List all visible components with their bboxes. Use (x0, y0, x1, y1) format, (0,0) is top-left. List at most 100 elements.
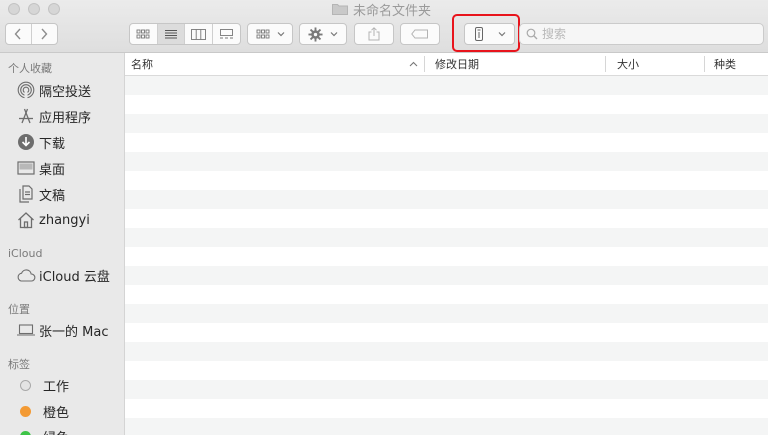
search-icon (526, 28, 538, 40)
chevron-left-icon (14, 28, 21, 40)
column-header-kind[interactable]: 种类 (714, 53, 736, 75)
list-row (125, 152, 768, 171)
list-row (125, 361, 768, 380)
tag-color-dot-icon (20, 405, 31, 417)
window-title: 未命名文件夹 (332, 1, 431, 19)
list-row (125, 418, 768, 435)
sidebar-item-label: 绿色 (43, 427, 69, 435)
sidebar-item-this-mac[interactable]: 张一的 Mac (16, 320, 108, 340)
column-divider[interactable] (605, 56, 606, 72)
list-row (125, 76, 768, 95)
list-row (125, 95, 768, 114)
sidebar-item-tag-orange[interactable]: 橙色 (16, 401, 69, 421)
gear-icon (308, 26, 323, 42)
sidebar-item-documents[interactable]: 文稿 (16, 184, 65, 204)
sidebar-item-applications[interactable]: 应用程序 (16, 106, 91, 126)
list-view-button[interactable] (157, 24, 185, 44)
sidebar-item-icloud-drive[interactable]: iCloud 云盘 (16, 265, 110, 285)
file-list: 名称 修改日期 大小 种类 (125, 53, 768, 435)
sidebar-item-label: 隔空投送 (39, 84, 92, 100)
list-row (125, 304, 768, 323)
gallery-view-icon (219, 28, 233, 38)
tag-color-dot-icon (20, 379, 31, 391)
tag-color-dot-icon (20, 430, 31, 435)
list-row (125, 133, 768, 152)
column-divider[interactable] (704, 56, 705, 72)
sidebar-item-home[interactable]: zhangyi (16, 210, 90, 230)
sidebar-item-label: 应用程序 (39, 110, 92, 126)
close-window-button[interactable] (8, 3, 20, 15)
list-row (125, 399, 768, 418)
downloads-icon (16, 133, 36, 151)
list-row (125, 342, 768, 361)
forward-button[interactable] (32, 24, 57, 44)
chevron-down-icon (277, 32, 284, 37)
folder-icon (332, 4, 348, 15)
sidebar-item-label: 橙色 (43, 405, 70, 421)
list-row (125, 285, 768, 304)
icloud-header: iCloud (8, 247, 43, 260)
tags-header: 标签 (8, 358, 30, 371)
search-field[interactable] (519, 23, 764, 45)
tags-button[interactable] (400, 23, 440, 45)
column-divider[interactable] (424, 56, 425, 72)
search-input[interactable] (542, 27, 742, 41)
group-by-button[interactable] (247, 23, 293, 45)
sidebar-item-label: 桌面 (39, 162, 66, 178)
gallery-view-button[interactable] (213, 24, 240, 44)
icon-view-button[interactable] (130, 24, 158, 44)
list-row (125, 266, 768, 285)
sidebar-item-tag-work[interactable]: 工作 (16, 375, 69, 395)
sidebar-item-label: 下载 (39, 136, 66, 152)
column-header-name[interactable]: 名称 (131, 53, 153, 75)
laptop-icon (16, 321, 36, 339)
list-row (125, 247, 768, 266)
list-rows (125, 76, 768, 435)
column-view-button[interactable] (185, 24, 213, 44)
sidebar-item-label: 张一的 Mac (39, 324, 109, 340)
view-mode-control (129, 23, 241, 45)
window-toolbar: 未命名文件夹 (0, 0, 768, 53)
sidebar-item-tag-green[interactable]: 绿色 (16, 426, 69, 435)
list-row (125, 171, 768, 190)
sidebar-item-label: 工作 (43, 379, 70, 395)
share-button[interactable] (354, 23, 394, 45)
share-icon (368, 27, 380, 41)
sidebar-item-label: zhangyi (39, 212, 90, 228)
list-row (125, 190, 768, 209)
sidebar-item-desktop[interactable]: 桌面 (16, 158, 65, 178)
sidebar-item-airdrop[interactable]: 隔空投送 (16, 80, 91, 100)
column-header-size[interactable]: 大小 (617, 53, 639, 75)
locations-header: 位置 (8, 303, 30, 316)
column-view-icon (190, 28, 206, 40)
group-icon (256, 29, 269, 39)
list-row (125, 209, 768, 228)
minimize-window-button[interactable] (28, 3, 40, 15)
highlight-annotation (452, 14, 520, 52)
sort-ascending-icon (409, 61, 418, 67)
list-row (125, 114, 768, 133)
chevron-right-icon (41, 28, 48, 40)
desktop-icon (16, 159, 36, 177)
airdrop-icon (16, 81, 36, 99)
documents-icon (16, 185, 36, 203)
favorites-header: 个人收藏 (8, 62, 52, 75)
cloud-icon (16, 266, 36, 284)
action-menu-button[interactable] (299, 23, 347, 45)
icon-view-icon (136, 29, 150, 39)
sidebar: 个人收藏 隔空投送 应用程序 下载 桌面 文稿 zhangyi iCloud i… (0, 53, 125, 435)
list-row (125, 380, 768, 399)
tag-icon (411, 29, 428, 39)
navigation-buttons (5, 23, 58, 45)
sidebar-item-downloads[interactable]: 下载 (16, 132, 65, 152)
list-view-icon (164, 30, 177, 39)
sidebar-item-label: 文稿 (39, 188, 66, 204)
list-row (125, 323, 768, 342)
home-icon (16, 211, 36, 229)
back-button[interactable] (6, 24, 32, 44)
list-row (125, 228, 768, 247)
chevron-down-icon (330, 32, 338, 37)
column-header-date-modified[interactable]: 修改日期 (435, 53, 479, 75)
sidebar-item-label: iCloud 云盘 (39, 269, 110, 285)
zoom-window-button[interactable] (48, 3, 60, 15)
